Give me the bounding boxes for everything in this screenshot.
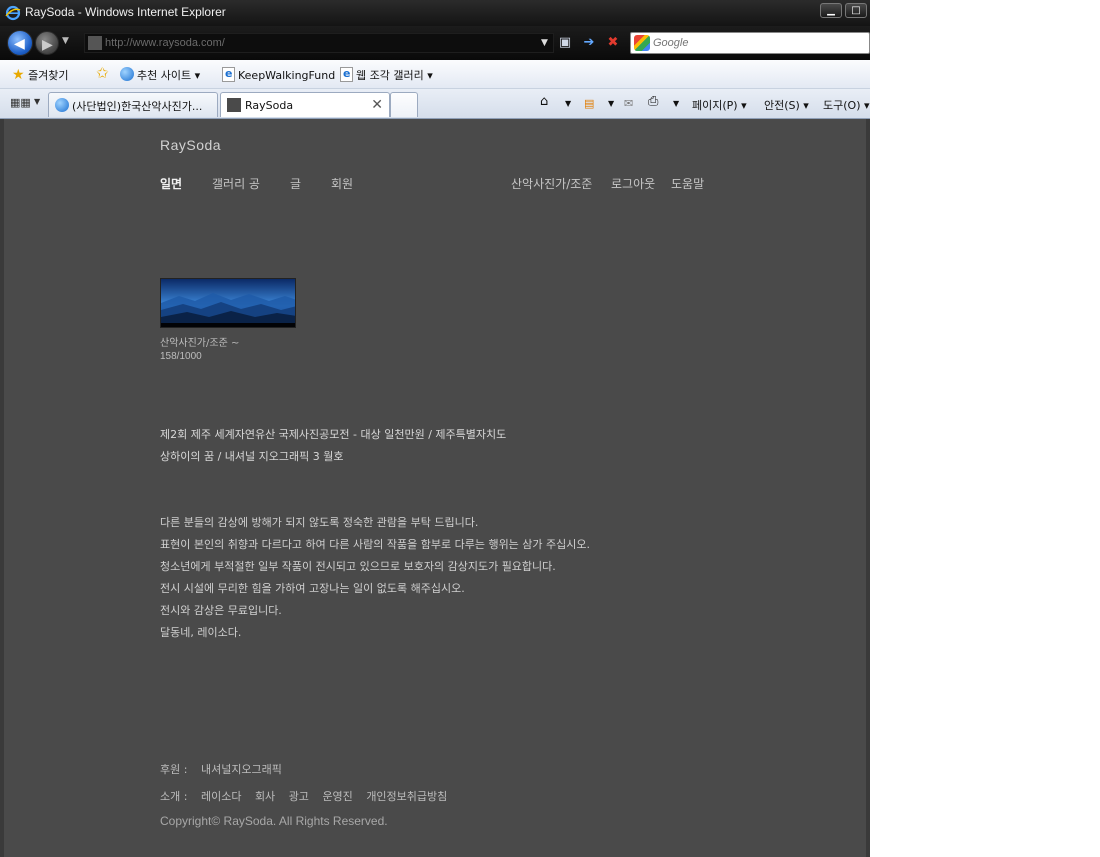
compatibility-view-icon[interactable]: ▣ xyxy=(557,35,573,51)
print-icon[interactable]: ⎙ xyxy=(648,94,658,109)
window-title: RaySoda - Windows Internet Explorer xyxy=(25,5,226,19)
mail-icon[interactable]: ✉ xyxy=(624,97,633,110)
add-favorites-icon[interactable]: ✩ xyxy=(96,64,109,82)
page-viewport xyxy=(0,119,870,857)
search-box[interactable] xyxy=(630,32,870,54)
feeds-icon[interactable]: ▤ xyxy=(584,97,594,110)
guideline-text: 달동네, 레이소다. xyxy=(160,626,242,639)
tab-label: (사단법인)한국산악사진가... xyxy=(72,100,203,113)
favorites-item-suggested-sites[interactable]: 추천 사이트 ▾ xyxy=(120,67,200,83)
site-favicon-icon xyxy=(88,36,102,50)
nav-help[interactable]: 도움말 xyxy=(671,175,704,192)
tab-hankook-mountain[interactable]: (사단법인)한국산악사진가... xyxy=(48,92,218,117)
url-dropdown-icon[interactable]: ▼ xyxy=(541,38,548,48)
nav-gallery[interactable]: 갤러리 공 xyxy=(212,175,260,192)
home-icon[interactable]: ⌂ xyxy=(540,94,548,109)
feeds-dropdown-icon[interactable]: ▼ xyxy=(608,99,614,108)
new-tab-button[interactable] xyxy=(390,92,418,117)
minimize-button[interactable]: ▁ xyxy=(820,3,842,18)
guideline-text: 전시 시설에 무리한 힘을 가하여 고장나는 일이 없도록 해주십시오. xyxy=(160,582,465,595)
address-bar: ◀ ▶ ▼ http://www.raysoda.com/ ▼ ▣ ➔ ✖ xyxy=(0,26,870,60)
google-logo-icon xyxy=(634,35,650,51)
footer-link-company[interactable]: 회사 xyxy=(255,790,275,803)
nav-logout[interactable]: 로그아웃 xyxy=(611,175,655,192)
favorites-label: 즐겨찾기 xyxy=(28,69,69,82)
ie-page-icon xyxy=(222,67,235,82)
footer-link-raysoda[interactable]: 레이소다 xyxy=(201,790,241,803)
sponsor-link[interactable]: 내셔널지오그래픽 xyxy=(201,763,282,776)
sponsor-label: 후원 : xyxy=(160,763,188,776)
tab-raysoda[interactable]: RaySoda ✕ xyxy=(220,92,390,117)
favorites-item-keepwalkingfund[interactable]: KeepWalkingFund xyxy=(222,67,335,82)
footer-sponsor-row: 후원 : 내셔널지오그래픽 xyxy=(160,761,292,777)
favorites-item-label: KeepWalkingFund xyxy=(238,69,336,82)
ie-page-icon xyxy=(340,67,353,82)
go-refresh-icon[interactable]: ➔ xyxy=(581,35,597,51)
copyright-text: Copyright© RaySoda. All Rights Reserved. xyxy=(160,814,388,828)
notice-link-jeju-contest[interactable]: 제2회 제주 세계자연유산 국제사진공모전 - 대상 일천만원 / 제주특별자치… xyxy=(160,426,506,442)
forward-button[interactable]: ▶ xyxy=(35,31,59,55)
notice-link-natgeo[interactable]: 상하이의 꿈 / 내셔널 지오그래픽 3 월호 xyxy=(160,448,343,464)
url-field[interactable]: http://www.raysoda.com/ xyxy=(84,33,554,53)
photo-caption[interactable]: 산악사진가/조준 ~ xyxy=(160,334,239,349)
stop-icon[interactable]: ✖ xyxy=(605,35,621,51)
favorites-button[interactable]: ★ 즐겨찾기 xyxy=(12,67,69,83)
tab-bar: ▦▦ ▼ (사단법인)한국산악사진가... RaySoda ✕ ⌂ ▼ ▤ ▼ … xyxy=(0,89,870,119)
history-dropdown-icon[interactable]: ▼ xyxy=(62,36,69,46)
tab-label: RaySoda xyxy=(245,99,294,112)
close-tab-icon[interactable]: ✕ xyxy=(371,97,383,113)
featured-photo-thumbnail[interactable] xyxy=(160,278,296,328)
site-favicon-icon xyxy=(227,98,241,112)
ie-icon xyxy=(120,67,134,81)
back-button[interactable]: ◀ xyxy=(7,30,33,56)
home-dropdown-icon[interactable]: ▼ xyxy=(565,99,571,108)
favorites-item-label: 추천 사이트 ▾ xyxy=(137,69,201,82)
tools-menu[interactable]: 도구(O) ▾ xyxy=(823,97,870,113)
nav-user-profile[interactable]: 산악사진가/조준 xyxy=(511,175,592,192)
footer-link-privacy-policy[interactable]: 개인정보취급방침 xyxy=(366,790,447,803)
favorites-item-web-slice-gallery[interactable]: 웹 조각 갤러리 ▾ xyxy=(340,67,433,83)
footer-about-row: 소개 : 레이소다 회사 광고 운영진 개인정보취급방침 xyxy=(160,788,457,804)
about-label: 소개 : xyxy=(160,790,188,803)
quick-tabs-icon[interactable]: ▦▦ xyxy=(10,96,32,112)
mountain-photo-image xyxy=(161,279,295,327)
page-menu[interactable]: 페이지(P) ▾ xyxy=(692,97,747,113)
footer-link-advertising[interactable]: 광고 xyxy=(289,790,309,803)
footer-link-staff[interactable]: 운영진 xyxy=(322,790,352,803)
photo-count: 158/1000 xyxy=(160,351,202,362)
search-input[interactable] xyxy=(653,35,863,51)
ie-logo-icon xyxy=(5,5,21,21)
maximize-button[interactable]: □ xyxy=(845,3,867,18)
guideline-text: 다른 분들의 감상에 방해가 되지 않도록 정숙한 관람을 부탁 드립니다. xyxy=(160,516,479,529)
guideline-text: 청소년에게 부적절한 일부 작품이 전시되고 있으므로 보호자의 감상지도가 필… xyxy=(160,560,556,573)
safety-menu[interactable]: 안전(S) ▾ xyxy=(764,97,809,113)
title-bar: RaySoda - Windows Internet Explorer ▁ □ xyxy=(0,0,870,26)
favorites-bar: ★ 즐겨찾기 ✩ 추천 사이트 ▾ KeepWalkingFund 웹 조각 갤… xyxy=(0,60,870,89)
favorites-item-label: 웹 조각 갤러리 ▾ xyxy=(356,69,433,82)
print-dropdown-icon[interactable]: ▼ xyxy=(673,99,679,108)
browser-window: RaySoda - Windows Internet Explorer ▁ □ … xyxy=(0,0,870,857)
nav-home[interactable]: 일면 xyxy=(160,175,182,192)
site-logo[interactable]: RaySoda xyxy=(160,137,221,153)
forward-arrow-icon: ▶ xyxy=(42,37,53,53)
favorites-star-icon: ★ xyxy=(12,67,25,83)
url-text[interactable]: http://www.raysoda.com/ xyxy=(105,37,225,49)
tab-list-dropdown-icon[interactable]: ▼ xyxy=(34,97,40,106)
nav-posts[interactable]: 글 xyxy=(290,175,301,192)
guideline-text: 전시와 감상은 무료입니다. xyxy=(160,604,282,617)
back-arrow-icon: ◀ xyxy=(14,36,25,52)
ie-icon xyxy=(55,98,69,112)
nav-members[interactable]: 회원 xyxy=(331,175,353,192)
guideline-text: 표현이 본인의 취향과 다르다고 하여 다른 사람의 작품을 함부로 다루는 행… xyxy=(160,538,591,551)
